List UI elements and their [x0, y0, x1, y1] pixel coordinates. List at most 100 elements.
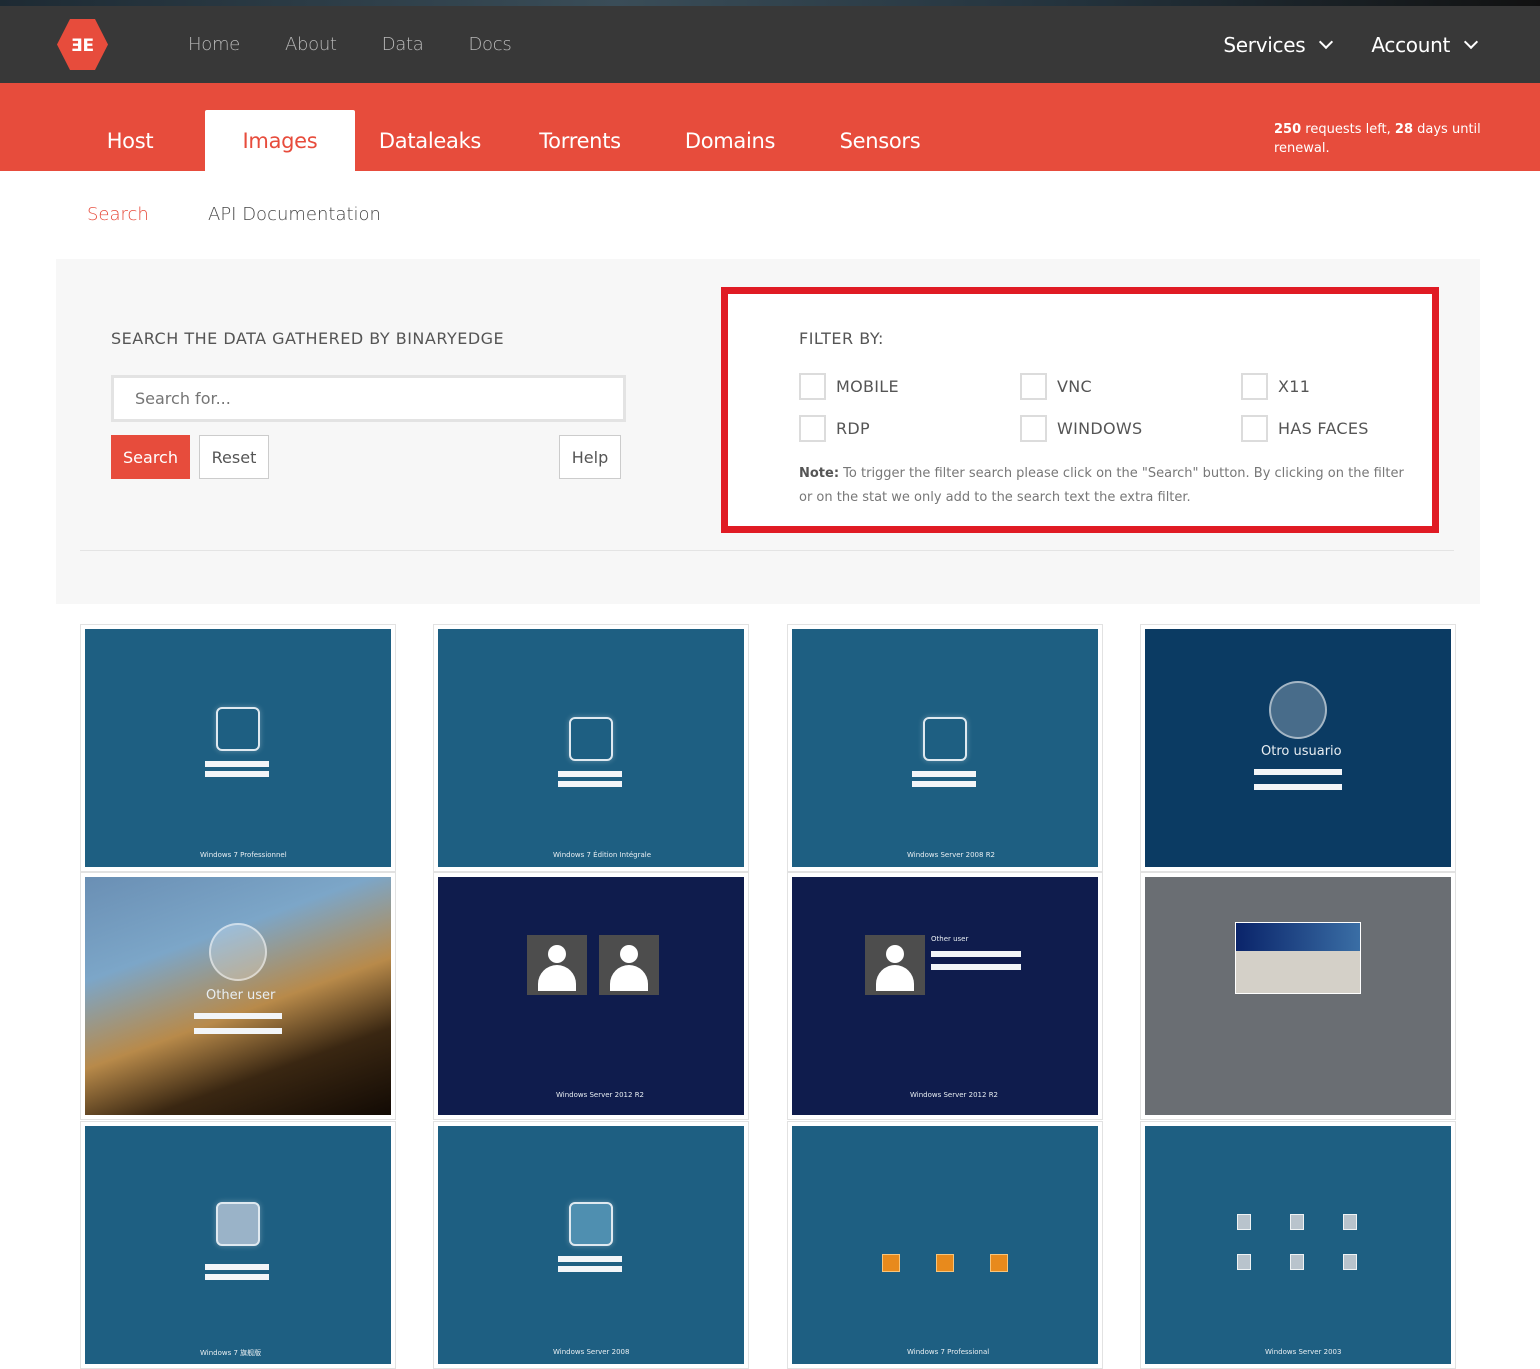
tab-torrents[interactable]: Torrents	[505, 110, 655, 171]
os-caption: Windows Server 2008	[553, 1348, 630, 1356]
user-tile-icon	[1343, 1254, 1357, 1270]
screenshot-thumbnail[interactable]: Other user Windows Server 2012 R2	[787, 872, 1103, 1120]
tab-images[interactable]: Images	[205, 110, 355, 171]
login-field	[912, 781, 976, 787]
screenshot-image: Windows Server 2012 R2	[438, 877, 744, 1115]
svg-text:ƎE: ƎE	[71, 36, 94, 56]
login-field	[205, 1264, 269, 1270]
services-dropdown[interactable]: Services	[1223, 32, 1334, 57]
filter-label: HAS FACES	[1278, 419, 1369, 438]
checkbox-box[interactable]	[799, 415, 826, 442]
screenshot-thumbnail[interactable]	[1140, 872, 1456, 1120]
user-tile-icon	[1237, 1254, 1251, 1270]
days-count: 28	[1394, 122, 1414, 137]
panel-footer-band	[56, 551, 1480, 604]
filter-label: RDP	[836, 419, 870, 438]
note-label: Note:	[799, 466, 840, 481]
account-dropdown[interactable]: Account	[1371, 33, 1479, 57]
login-field	[194, 1028, 282, 1034]
reset-button[interactable]: Reset	[199, 435, 269, 479]
search-input[interactable]	[111, 375, 626, 422]
checkbox-box[interactable]	[1241, 373, 1268, 400]
user-tile-icon	[1343, 1214, 1357, 1230]
login-field	[558, 771, 622, 777]
tab-sensors[interactable]: Sensors	[805, 110, 955, 171]
screenshot-image: Windows 7 Professionnel	[85, 629, 391, 867]
screenshot-image: Windows 7 旗舰版	[85, 1126, 391, 1364]
filter-note: Note: To trigger the filter search pleas…	[799, 462, 1419, 510]
user-tile-icon	[1237, 1214, 1251, 1230]
login-dialog	[1235, 922, 1361, 994]
login-field	[931, 951, 1021, 957]
user-tile-icon	[882, 1254, 900, 1272]
screenshot-image: Windows Server 2008 R2	[792, 629, 1098, 867]
screenshot-thumbnail[interactable]: Other user	[80, 872, 396, 1120]
binaryedge-logo[interactable]: ƎE	[56, 18, 109, 71]
nav-data-link[interactable]: Data	[382, 34, 424, 55]
user-tile-icon	[569, 1202, 613, 1246]
tab-host[interactable]: Host	[55, 110, 205, 171]
checkbox-box[interactable]	[1020, 415, 1047, 442]
user-name-caption: Other user	[206, 988, 276, 1003]
user-avatar-icon	[209, 923, 267, 981]
login-field	[205, 761, 269, 767]
login-field	[912, 771, 976, 777]
login-field	[205, 1274, 269, 1280]
filter-heading: FILTER BY:	[799, 329, 884, 348]
login-field	[931, 964, 1021, 970]
screenshot-image: Windows Server 2008	[438, 1126, 744, 1364]
login-field	[1254, 769, 1342, 775]
screenshot-image: Other user	[85, 877, 391, 1115]
screenshot-thumbnail[interactable]: Windows Server 2008	[433, 1121, 749, 1369]
subnav-search-link[interactable]: Search	[87, 204, 149, 225]
filter-x11-checkbox[interactable]: X11	[1241, 373, 1310, 400]
user-tile-icon	[569, 717, 613, 761]
services-label: Services	[1223, 32, 1306, 57]
screenshot-image: Windows 7 Professional	[792, 1126, 1098, 1364]
screenshot-thumbnail[interactable]: Otro usuario	[1140, 624, 1456, 872]
subnav-api-docs-link[interactable]: API Documentation	[208, 204, 381, 225]
screenshot-thumbnail[interactable]: Windows 7 Professionnel	[80, 624, 396, 872]
requests-count: 250	[1274, 122, 1302, 137]
user-account-icon	[527, 935, 587, 995]
login-field	[558, 1256, 622, 1262]
tab-domains[interactable]: Domains	[655, 110, 805, 171]
checkbox-box[interactable]	[1020, 373, 1047, 400]
screenshot-thumbnail[interactable]: Windows Server 2008 R2	[787, 624, 1103, 872]
filter-mobile-checkbox[interactable]: MOBILE	[799, 373, 899, 400]
os-caption: Windows Server 2008 R2	[907, 851, 996, 859]
login-field	[558, 1266, 622, 1272]
main-nav-links: Home About Data Docs	[188, 6, 556, 83]
checkbox-box[interactable]	[1241, 415, 1268, 442]
nav-home-link[interactable]: Home	[188, 34, 240, 55]
filter-label: VNC	[1057, 377, 1092, 396]
filter-rdp-checkbox[interactable]: RDP	[799, 415, 870, 442]
filter-vnc-checkbox[interactable]: VNC	[1020, 373, 1092, 400]
screenshot-thumbnail[interactable]: Windows 7 旗舰版	[80, 1121, 396, 1369]
user-account-icon	[599, 935, 659, 995]
screenshot-thumbnail[interactable]: Windows Server 2012 R2	[433, 872, 749, 1120]
help-button[interactable]: Help	[559, 435, 621, 479]
user-tile-icon	[1290, 1214, 1304, 1230]
user-name-caption: Other user	[931, 935, 969, 943]
tab-dataleaks[interactable]: Dataleaks	[355, 110, 505, 171]
screenshot-thumbnail[interactable]: Windows 7 Professional	[787, 1121, 1103, 1369]
requests-text: requests left,	[1301, 122, 1395, 137]
nav-about-link[interactable]: About	[285, 34, 337, 55]
filter-has-faces-checkbox[interactable]: HAS FACES	[1241, 415, 1369, 442]
nav-docs-link[interactable]: Docs	[468, 34, 511, 55]
screenshot-image: Other user Windows Server 2012 R2	[792, 877, 1098, 1115]
filter-windows-checkbox[interactable]: WINDOWS	[1020, 415, 1143, 442]
search-heading: SEARCH THE DATA GATHERED BY BINARYEDGE	[111, 329, 505, 348]
screenshot-thumbnail[interactable]: Windows 7 Édition Intégrale	[433, 624, 749, 872]
filter-label: WINDOWS	[1057, 419, 1143, 438]
search-button[interactable]: Search	[111, 435, 190, 479]
chevron-down-icon	[1463, 34, 1479, 49]
user-avatar-icon	[1269, 681, 1327, 739]
login-field	[1254, 784, 1342, 790]
screenshot-thumbnail[interactable]: Windows Server 2003	[1140, 1121, 1456, 1369]
checkbox-box[interactable]	[799, 373, 826, 400]
section-tab-bar: Host Images Dataleaks Torrents Domains S…	[0, 83, 1540, 171]
screenshot-image: Windows 7 Édition Intégrale	[438, 629, 744, 867]
screenshot-image: Otro usuario	[1145, 629, 1451, 867]
